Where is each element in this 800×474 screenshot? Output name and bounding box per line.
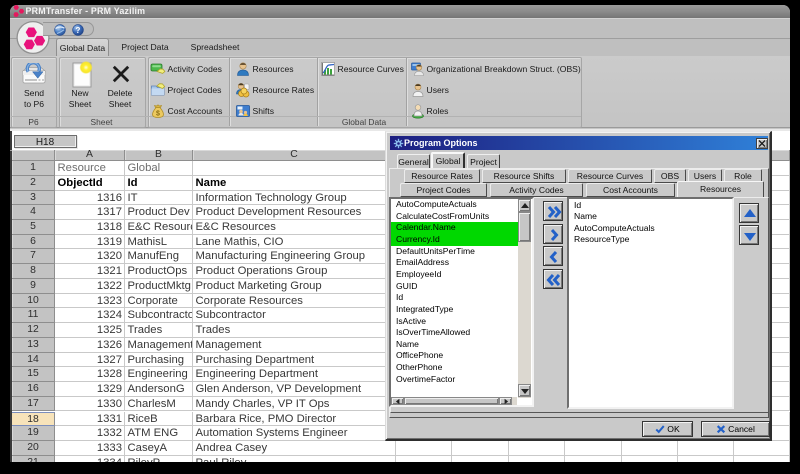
- svg-text:$: $: [156, 111, 160, 118]
- svg-text:?: ?: [76, 26, 81, 35]
